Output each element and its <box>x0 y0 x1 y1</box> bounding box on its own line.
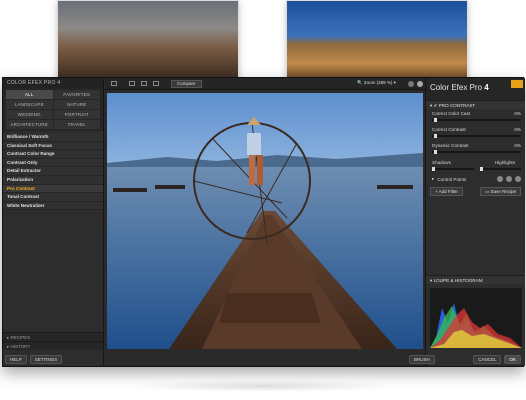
dialog-actions: CANCEL OK <box>473 355 521 364</box>
shadows-knob[interactable] <box>432 167 435 171</box>
filter-item[interactable]: Contrast Color Range <box>3 150 103 159</box>
preview-image[interactable] <box>107 93 423 349</box>
category-travel[interactable]: TRAVEL <box>53 120 100 129</box>
toggle-panel-icon[interactable] <box>111 81 117 86</box>
category-architecture[interactable]: ARCHITECTURE <box>6 120 53 129</box>
control-slider[interactable] <box>432 150 521 154</box>
preview-toolbar: Compare 🔍 Zoom (289 %) ▾ <box>105 78 425 90</box>
history-section[interactable]: ▸ HISTORY <box>3 341 103 350</box>
control-label: Correct Color Cast <box>432 111 471 116</box>
control-label: Correct Contrast <box>432 127 466 132</box>
brush-mode-icon[interactable] <box>515 176 521 182</box>
cancel-button[interactable]: CANCEL <box>473 355 502 364</box>
category-favorites[interactable]: FAVORITES <box>53 90 100 99</box>
filter-item[interactable]: Polarization <box>3 175 103 185</box>
brush-button[interactable]: BRUSH <box>409 355 435 364</box>
histogram <box>430 288 522 348</box>
shadows-slider[interactable] <box>432 167 474 171</box>
control-slider[interactable] <box>432 118 521 122</box>
control-value: 0% <box>514 111 521 116</box>
brand-version: 4 <box>484 83 489 92</box>
category-grid: ALL FAVORITES LANDSCAPE NATURE WEDDING PORTRA… <box>3 88 103 131</box>
control-row: Correct Contrast 0% <box>432 127 521 132</box>
settings-panel: Color Efex Pro 4 ▾ ✔ PRO CONTRAST Correc… <box>425 78 525 366</box>
add-minus-control-point-icon[interactable] <box>506 176 512 182</box>
split-view-icon[interactable] <box>141 81 147 86</box>
section-title: PRO CONTRAST <box>438 103 476 108</box>
page: COLOR EFEX PRO 4 ALL FAVORITES LANDSCAPE NA… <box>0 0 526 400</box>
fisherman-photo <box>107 93 423 349</box>
add-control-point-icon[interactable] <box>497 176 503 182</box>
side-by-side-view-icon[interactable] <box>153 81 159 86</box>
ok-button[interactable]: OK <box>504 355 521 364</box>
filter-item[interactable]: Detail Extractor <box>3 167 103 176</box>
slider-knob[interactable] <box>433 118 437 122</box>
zoom-label: Zoom (289 %) <box>363 80 393 85</box>
control-row: Dynamic Contrast 0% <box>432 143 521 148</box>
left-bottom-sections: ▸ RECIPES ▸ HISTORY <box>3 332 103 350</box>
add-filter-button[interactable]: + Add Filter <box>430 187 463 196</box>
shadows-label: Shadows <box>432 160 451 165</box>
help-button[interactable]: HELP <box>5 355 27 364</box>
filter-item[interactable]: White Neutralizer <box>3 201 103 211</box>
filter-item[interactable]: Contrast Only <box>3 158 103 168</box>
save-recipe-button[interactable]: ▭ Save Recipe <box>479 187 521 196</box>
category-all[interactable]: ALL <box>6 90 53 99</box>
filter-item[interactable]: Pro Contrast <box>3 184 103 194</box>
control: Dynamic Contrast 0% <box>426 141 525 157</box>
control-value: 0% <box>514 143 521 148</box>
control-label: Dynamic Contrast <box>432 143 469 148</box>
background-photo-colosseum <box>286 0 468 80</box>
histogram-header[interactable]: ▾ LOUPE & HISTOGRAM <box>426 275 525 284</box>
filter-list: Brilliance / Warmth Classical Soft Focus C… <box>3 133 103 211</box>
control-slider[interactable] <box>432 134 521 138</box>
background-color-icon[interactable] <box>408 81 414 87</box>
control-points-row: ▸ Control Points <box>426 170 525 182</box>
category-portrait[interactable]: PORTRAIT <box>53 110 100 119</box>
save-recipe-label: Save Recipe <box>490 189 516 194</box>
highlights-slider[interactable] <box>479 167 521 171</box>
pro-contrast-header[interactable]: ▾ ✔ PRO CONTRAST <box>426 100 525 109</box>
app-window: COLOR EFEX PRO 4 ALL FAVORITES LANDSCAPE NA… <box>2 77 525 367</box>
recipes-section[interactable]: ▸ RECIPES <box>3 332 103 341</box>
filter-item[interactable]: Classical Soft Focus <box>3 141 103 151</box>
drop-shadow <box>130 380 396 392</box>
brand-name: Color Efex Pro <box>430 83 483 92</box>
histogram-title: LOUPE & HISTOGRAM <box>433 278 483 283</box>
shadows-highlights-labels: Shadows Highlights <box>426 157 525 165</box>
highlights-knob[interactable] <box>479 167 483 171</box>
single-view-icon[interactable] <box>129 81 135 86</box>
recipes-label: RECIPES <box>10 335 31 340</box>
settings-button[interactable]: SETTINGS <box>29 355 63 364</box>
app-title: COLOR EFEX PRO 4 <box>3 78 103 88</box>
highlights-label: Highlights <box>494 160 515 165</box>
zoom-select[interactable]: 🔍 Zoom (289 %) ▾ <box>357 80 396 86</box>
control-list: Correct Color Cast 0% Correct Contrast 0% Dy… <box>426 109 525 157</box>
compare-button[interactable]: Compare <box>171 80 202 88</box>
history-label: HISTORY <box>10 344 31 349</box>
slider-knob[interactable] <box>433 134 437 138</box>
control-row: Correct Color Cast 0% <box>432 111 521 116</box>
category-nature[interactable]: NATURE <box>53 100 100 109</box>
filter-panel: COLOR EFEX PRO 4 ALL FAVORITES LANDSCAPE NA… <box>3 78 104 366</box>
expand-icon[interactable]: ▸ <box>432 176 434 182</box>
control-points-label: Control Points <box>437 176 467 182</box>
background-photo-rocks <box>57 0 239 80</box>
histogram-section: ▾ LOUPE & HISTOGRAM <box>426 275 525 284</box>
histogram-graphic <box>430 303 522 348</box>
slider-knob[interactable] <box>433 150 437 154</box>
left-footer: HELP SETTINGS <box>3 355 63 364</box>
preview-color-icon[interactable] <box>417 81 423 87</box>
filter-item[interactable]: Tonal Contrast <box>3 193 103 202</box>
brush-area: BRUSH <box>409 355 435 364</box>
control-value: 0% <box>514 127 521 132</box>
filter-actions: + Add Filter ▭ Save Recipe <box>426 182 525 196</box>
nik-logo-icon <box>511 80 523 88</box>
control: Correct Contrast 0% <box>426 125 525 141</box>
add-filter-label: Add Filter <box>438 189 458 194</box>
category-wedding[interactable]: WEDDING <box>6 110 53 119</box>
category-landscape[interactable]: LANDSCAPE <box>6 100 53 109</box>
filter-item[interactable]: Brilliance / Warmth <box>3 133 103 142</box>
control: Correct Color Cast 0% <box>426 109 525 125</box>
